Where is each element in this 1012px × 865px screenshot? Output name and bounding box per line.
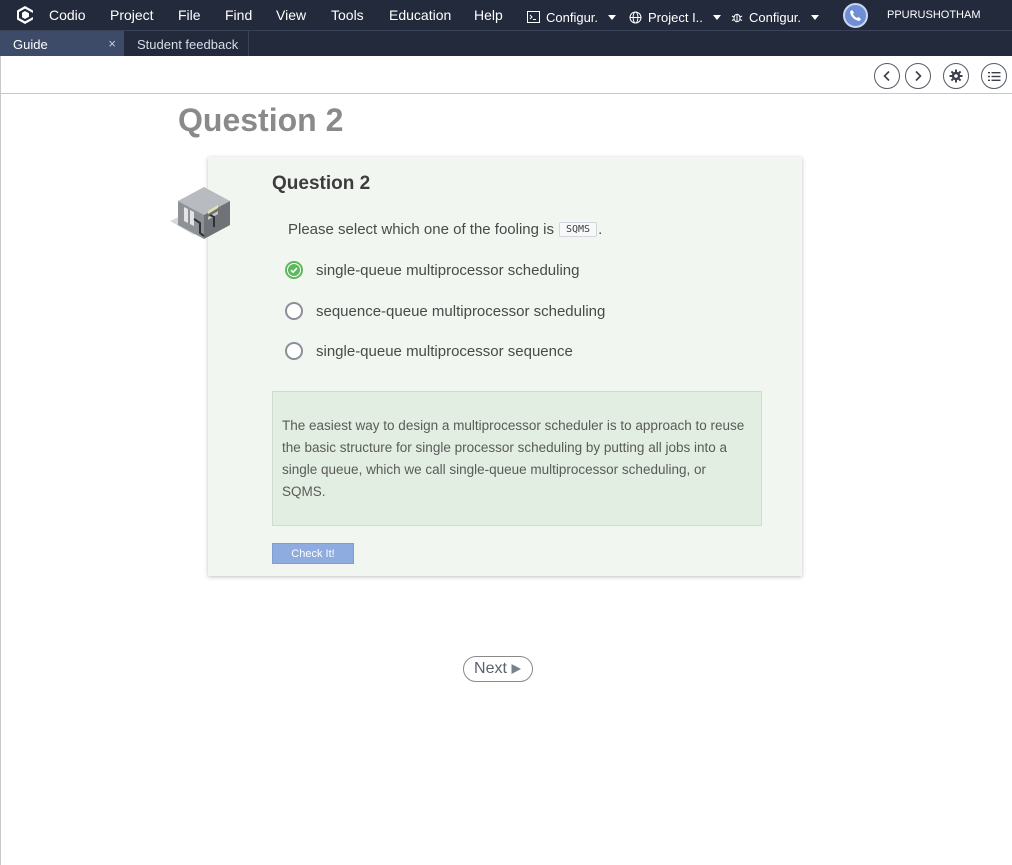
chevron-down-icon — [712, 14, 721, 20]
answer-option-label: single-queue multiprocessor sequence — [316, 342, 573, 360]
menu-tools[interactable]: Tools — [331, 7, 364, 23]
menu-view[interactable]: View — [276, 7, 306, 23]
tab-label: Student feedback — [137, 36, 239, 52]
menu-bar: Codio Project File Find View Tools Educa… — [0, 0, 1012, 30]
answer-explanation: The easiest way to design a multiprocess… — [272, 391, 762, 526]
settings-button[interactable] — [943, 63, 969, 89]
phone-icon — [850, 10, 861, 21]
tab-bar: Guide × Student feedback — [0, 30, 1012, 57]
terminal-icon — [527, 11, 540, 23]
answer-option-label: sequence-queue multiprocessor scheduling — [316, 302, 606, 320]
radio-unselected[interactable] — [285, 302, 303, 320]
question-title: Question 2 — [272, 173, 371, 194]
menu-find[interactable]: Find — [225, 7, 252, 23]
radio-selected[interactable] — [285, 261, 303, 279]
gear-icon — [949, 69, 963, 83]
table-of-contents-button[interactable] — [981, 63, 1007, 89]
menu-education[interactable]: Education — [389, 7, 451, 23]
close-icon[interactable]: × — [108, 36, 116, 51]
guide-content: Question 2 Question 2 Please select whic… — [0, 94, 1012, 865]
app-name[interactable]: Codio — [49, 7, 86, 23]
tab-label: Guide — [13, 36, 48, 52]
phone-call-button[interactable] — [843, 3, 868, 28]
menu-file[interactable]: File — [178, 7, 201, 23]
codio-logo-icon[interactable] — [14, 4, 36, 26]
dropdown-label: Project I.. — [648, 9, 703, 25]
guide-toolbar — [0, 56, 1012, 94]
next-button[interactable]: Next — [463, 656, 533, 682]
globe-icon — [629, 11, 642, 24]
previous-page-button[interactable] — [874, 63, 900, 89]
project-index-dropdown[interactable]: Project I.. — [629, 9, 721, 25]
question-prompt: Please select which one of the fooling i… — [288, 221, 602, 238]
dropdown-label: Configur. — [749, 9, 802, 25]
next-page-button[interactable] — [905, 63, 931, 89]
answer-option-label: single-queue multiprocessor scheduling — [316, 261, 580, 279]
chevron-down-icon — [608, 14, 617, 20]
prompt-period: . — [598, 221, 603, 238]
bug-icon — [731, 11, 743, 23]
question-card: Question 2 Please select which one of th… — [170, 157, 802, 576]
username[interactable]: PPURUSHOTHAM — [887, 9, 981, 21]
chevron-left-icon — [883, 70, 890, 82]
next-button-label: Next — [474, 660, 507, 677]
play-arrow-icon — [511, 664, 521, 674]
answer-option[interactable]: single-queue multiprocessor sequence — [285, 340, 573, 362]
menu-project[interactable]: Project — [110, 7, 154, 23]
menu-help[interactable]: Help — [474, 7, 503, 23]
check-it-button[interactable]: Check It! — [272, 543, 354, 564]
tab-student-feedback[interactable]: Student feedback — [125, 31, 249, 57]
answer-option[interactable]: sequence-queue multiprocessor scheduling — [285, 300, 605, 322]
list-icon — [987, 71, 1000, 81]
inline-code: SQMS — [559, 222, 598, 237]
answer-option[interactable]: single-queue multiprocessor scheduling — [285, 259, 579, 281]
chevron-right-icon — [915, 70, 922, 82]
question-prompt-text: Please select which one of the fooling i… — [288, 221, 554, 238]
terminal-config-dropdown[interactable]: Configur. — [527, 9, 617, 25]
tab-guide[interactable]: Guide × — [0, 31, 124, 57]
chevron-down-icon — [811, 14, 820, 20]
assessment-icon — [164, 181, 234, 243]
dropdown-label: Configur. — [546, 9, 599, 25]
checkmark-icon — [288, 264, 300, 276]
page-title: Question 2 — [178, 102, 344, 138]
radio-unselected[interactable] — [285, 342, 303, 360]
debug-config-dropdown[interactable]: Configur. — [731, 9, 820, 25]
